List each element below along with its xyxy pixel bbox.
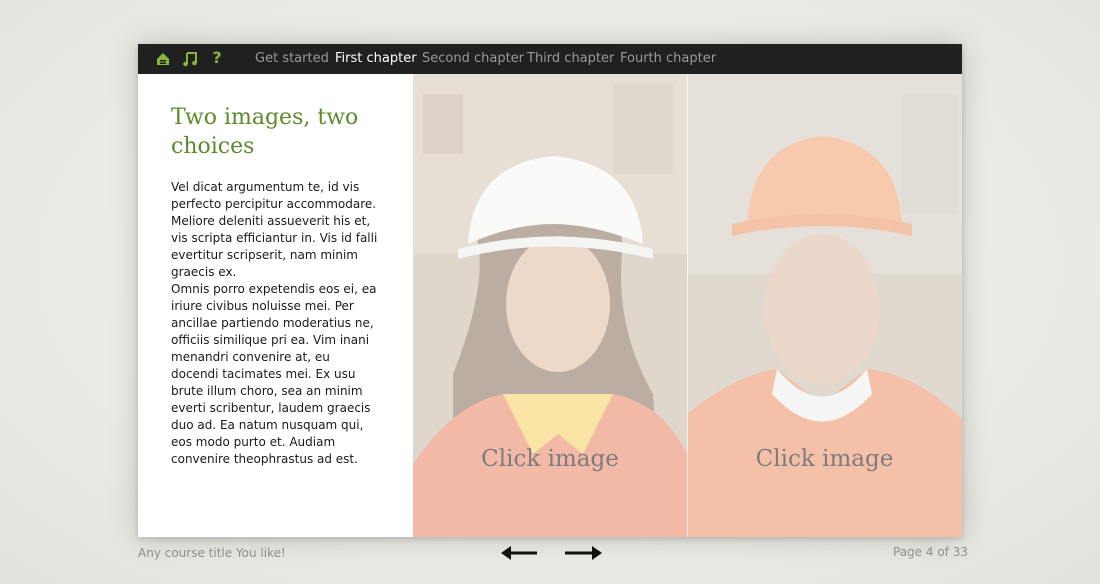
- arrow-left-icon: [501, 546, 537, 560]
- help-icon[interactable]: ?: [210, 48, 224, 68]
- page-indicator: Page 4 of 33: [893, 545, 968, 559]
- body-text: Vel dicat argumentum te, id vis perfecto…: [171, 180, 378, 466]
- top-navigation-bar: ? Get started First chapter Second chapt…: [138, 44, 962, 74]
- nav-item-second-chapter[interactable]: Second chapter: [422, 44, 524, 74]
- previous-page-button[interactable]: [500, 544, 540, 562]
- click-image-label: Click image: [755, 446, 894, 472]
- image-divider: [687, 74, 688, 537]
- nav-item-fourth-chapter[interactable]: Fourth chapter: [620, 44, 716, 74]
- arrow-right-icon: [565, 546, 602, 560]
- click-image-label: Click image: [481, 446, 619, 472]
- choice-image-left[interactable]: Click image: [413, 74, 687, 537]
- nav-item-third-chapter[interactable]: Third chapter: [527, 44, 614, 74]
- course-title: Any course title You like!: [138, 546, 286, 560]
- next-page-button[interactable]: [563, 544, 603, 562]
- text-panel: Two images, two choices Vel dicat argume…: [138, 74, 413, 537]
- nav-item-get-started[interactable]: Get started: [255, 44, 329, 74]
- page-title: Two images, two choices: [171, 105, 359, 159]
- nav-item-first-chapter[interactable]: First chapter: [335, 44, 417, 74]
- course-player: ? Get started First chapter Second chapt…: [138, 44, 962, 537]
- choice-image-right[interactable]: Click image: [687, 74, 962, 537]
- music-icon[interactable]: [181, 50, 199, 68]
- home-icon[interactable]: [154, 50, 172, 68]
